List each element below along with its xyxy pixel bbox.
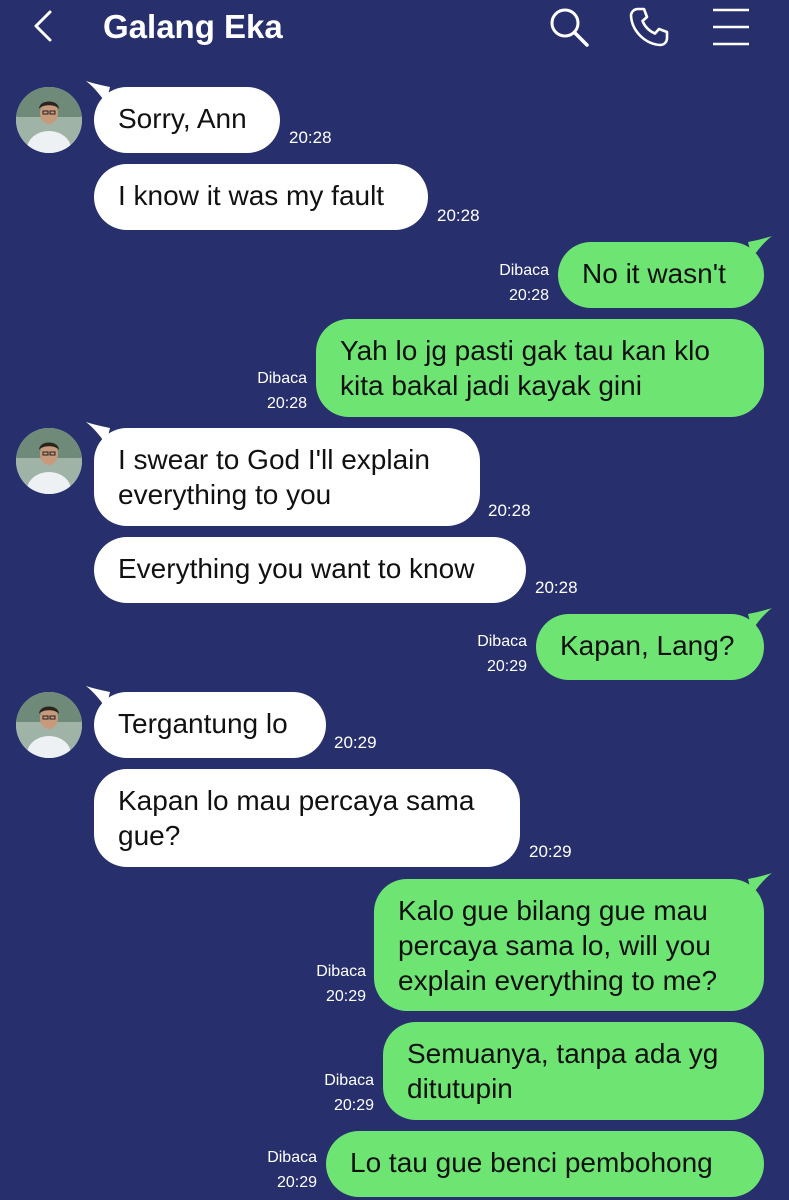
message-time: 20:29 bbox=[276, 1174, 317, 1191]
search-icon bbox=[550, 8, 589, 47]
read-status: Dibaca bbox=[477, 633, 527, 650]
phone-icon bbox=[629, 7, 669, 47]
message-text-line: I swear to God I'll explain bbox=[118, 444, 430, 475]
chevron-left-icon bbox=[34, 10, 52, 42]
message-time: 20:28 bbox=[508, 287, 549, 304]
message-text-line: percaya sama lo, will you bbox=[398, 930, 711, 961]
message-bubble-incoming[interactable]: Tergantung lo bbox=[86, 686, 326, 758]
message-text-line: everything to you bbox=[118, 479, 332, 510]
menu-button[interactable] bbox=[708, 4, 754, 50]
read-status: Dibaca bbox=[499, 262, 549, 279]
bubble-tail bbox=[86, 422, 110, 444]
read-status: Dibaca bbox=[324, 1072, 374, 1089]
message-text: Lo tau gue benci pembohong bbox=[350, 1147, 713, 1178]
message-time: 20:29 bbox=[486, 658, 527, 675]
message-time: 20:29 bbox=[529, 842, 572, 861]
message-time: 20:28 bbox=[488, 501, 531, 520]
message-time: 20:29 bbox=[333, 1097, 374, 1114]
chat-area[interactable]: Galang Eka Sorry, Ann 20:28 I know it wa… bbox=[0, 0, 789, 1200]
message-bubble-incoming[interactable]: Kapan lo mau percaya sama gue? bbox=[94, 769, 520, 867]
back-button[interactable] bbox=[26, 6, 60, 46]
profile-photo bbox=[16, 692, 82, 758]
message-bubble-outgoing[interactable]: Kalo gue bilang gue mau percaya sama lo,… bbox=[374, 873, 772, 1011]
message-time: 20:28 bbox=[535, 578, 578, 597]
read-status: Dibaca bbox=[257, 370, 307, 387]
message-text: Sorry, Ann bbox=[118, 103, 247, 134]
menu-icon bbox=[713, 8, 749, 46]
message-time: 20:29 bbox=[334, 733, 377, 752]
call-button[interactable] bbox=[626, 4, 672, 50]
profile-photo bbox=[16, 87, 82, 153]
message-text-line: gue? bbox=[118, 820, 181, 851]
bubble-tail bbox=[86, 686, 110, 708]
message-text: No it wasn't bbox=[582, 258, 726, 289]
contact-name[interactable]: Galang Eka bbox=[103, 7, 283, 47]
message-bubble-outgoing[interactable]: Yah lo jg pasti gak tau kan klo kita bak… bbox=[316, 319, 764, 417]
message-text: Tergantung lo bbox=[118, 708, 288, 739]
message-meta: Dibaca 20:29 bbox=[240, 1145, 317, 1195]
avatar[interactable] bbox=[16, 428, 82, 494]
message-bubble-incoming[interactable]: Everything you want to know bbox=[94, 537, 526, 603]
message-text-line: kita bakal jadi kayak gini bbox=[340, 370, 642, 401]
message-meta: Dibaca 20:29 bbox=[296, 1068, 374, 1118]
chat-header: Galang Eka bbox=[0, 0, 789, 60]
message-text: Kapan, Lang? bbox=[560, 630, 735, 661]
avatar[interactable] bbox=[16, 692, 82, 758]
message-text: I know it was my fault bbox=[118, 180, 385, 211]
message-text-line: ditutupin bbox=[407, 1073, 513, 1104]
message-text-line: Semuanya, tanpa ada yg bbox=[407, 1038, 719, 1069]
message-bubble-incoming[interactable]: I know it was my fault bbox=[94, 164, 428, 230]
message-meta: Dibaca 20:28 bbox=[480, 258, 549, 308]
bubble-tail bbox=[748, 873, 772, 895]
message-time: 20:29 bbox=[325, 988, 366, 1005]
bubble-tail bbox=[748, 608, 772, 630]
message-time: 20:28 bbox=[266, 395, 307, 412]
message-bubble-outgoing[interactable]: No it wasn't bbox=[558, 236, 772, 308]
message-text-line: Yah lo jg pasti gak tau kan klo bbox=[340, 335, 710, 366]
read-status: Dibaca bbox=[267, 1149, 317, 1166]
bubble-tail bbox=[86, 81, 110, 103]
message-text-line: explain everything to me? bbox=[398, 965, 718, 996]
message-text-line: Kalo gue bilang gue mau bbox=[398, 895, 708, 926]
message-bubble-outgoing[interactable]: Lo tau gue benci pembohong bbox=[326, 1131, 764, 1197]
message-bubble-outgoing[interactable]: Kapan, Lang? bbox=[536, 608, 772, 680]
message-bubble-incoming[interactable]: Sorry, Ann bbox=[86, 81, 280, 153]
message-meta: Dibaca 20:28 bbox=[230, 366, 307, 416]
message-meta: Dibaca 20:29 bbox=[288, 959, 366, 1009]
message-time: 20:28 bbox=[289, 128, 332, 147]
message-bubble-outgoing[interactable]: Semuanya, tanpa ada yg ditutupin bbox=[383, 1022, 764, 1120]
message-meta: Dibaca 20:29 bbox=[458, 629, 527, 679]
message-text-line: Kapan lo mau percaya sama bbox=[118, 785, 475, 816]
message-bubble-incoming[interactable]: I swear to God I'll explain everything t… bbox=[86, 422, 480, 526]
bubble-tail bbox=[748, 236, 772, 258]
read-status: Dibaca bbox=[316, 963, 366, 980]
profile-photo bbox=[16, 428, 82, 494]
search-button[interactable] bbox=[546, 4, 592, 50]
message-text: Everything you want to know bbox=[118, 553, 475, 584]
message-time: 20:28 bbox=[437, 206, 480, 225]
avatar[interactable] bbox=[16, 87, 82, 153]
